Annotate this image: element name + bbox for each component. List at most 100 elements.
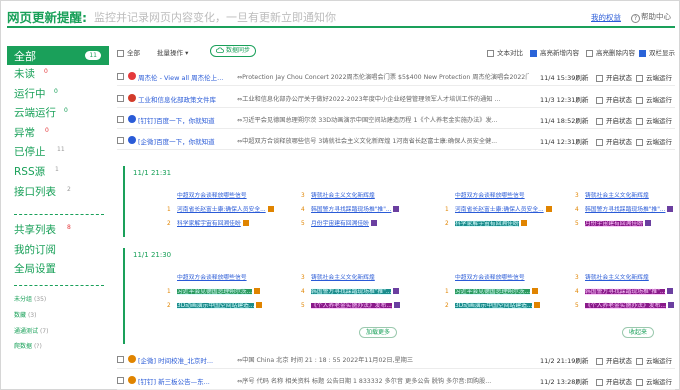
- group-item[interactable]: 通通测试 (7): [7, 324, 109, 340]
- batch-operation-dropdown[interactable]: 批量操作 ▾: [157, 47, 188, 57]
- checkbox[interactable]: [636, 357, 643, 365]
- diff-item[interactable]: 1 河南省长赵富士康:确保人员安全...: [167, 204, 274, 213]
- sidebar-item[interactable]: 未读 0: [7, 65, 109, 85]
- diff-text[interactable]: 铸就社会主义文化新辉煌: [585, 275, 649, 281]
- monitor-row[interactable]: [钉钉]百度一下，你就知道 ⇔习近平会见德国总理朔尔茨 33D动画演示中国空间站建…: [117, 111, 675, 129]
- text-compare-toggle[interactable]: 文本对比: [487, 47, 523, 57]
- checkbox[interactable]: [596, 74, 603, 82]
- diff-text[interactable]: 科学家解宇宙有回溯佳盼: [455, 221, 519, 227]
- open-status-toggle[interactable]: 开启状态: [596, 94, 632, 104]
- open-status-toggle[interactable]: 开启状态: [596, 136, 632, 146]
- sidebar-item[interactable]: 全局设置: [7, 260, 109, 280]
- row-title-link[interactable]: [企微] 时间校准_北京时...: [138, 355, 234, 365]
- sidebar-item[interactable]: 云端运行 0: [7, 104, 109, 124]
- row-checkbox[interactable]: [117, 137, 124, 144]
- diff-text[interactable]: 中超双方会谈释放哪些信号: [177, 275, 247, 281]
- diff-text[interactable]: 韩国警方寻找踩踏现场推"推"...: [585, 207, 665, 213]
- monitor-row[interactable]: 周杰伦 - View all 周杰伦上... ⇔Protection Jay Ch…: [117, 68, 675, 86]
- diff-text[interactable]: 韩国警方寻找踩踏现场推"推"...: [585, 289, 666, 295]
- diff-item[interactable]: 5 《个人养老金实施办法》发布...: [575, 300, 674, 309]
- diff-text[interactable]: 韩国警方寻找踩踏现场推"推"...: [311, 289, 392, 295]
- row-checkbox[interactable]: [117, 116, 124, 123]
- help-center-link[interactable]: ? 帮助中心: [631, 11, 671, 23]
- diff-item[interactable]: 中超双方会谈释放哪些信号: [167, 190, 247, 199]
- diff-text[interactable]: 河南省长赵富士康:确保人员安全...: [455, 207, 544, 213]
- sidebar-item[interactable]: 我的订阅: [7, 241, 109, 261]
- checkbox[interactable]: [596, 138, 603, 146]
- diff-item[interactable]: 2 科学家解宇宙有回溯佳盼: [167, 218, 249, 227]
- checkbox[interactable]: [636, 378, 643, 386]
- diff-item[interactable]: 4 韩国警方寻找踩踏现场推"推"...: [575, 286, 674, 295]
- diff-text[interactable]: 铸就社会主义文化新辉煌: [311, 275, 375, 281]
- diff-item[interactable]: 2 3D动画演示中国空间站建造...: [445, 300, 541, 309]
- checkbox[interactable]: [636, 74, 643, 82]
- monitor-row[interactable]: 工业和信息化部政策文件库 ⇔工业和信息化部办公厅关于做好2022-2023年度中小…: [117, 90, 675, 108]
- cloud-run-toggle[interactable]: 云端运行: [636, 94, 672, 104]
- diff-text[interactable]: 月份宇宙建有回溯佳盼: [311, 221, 369, 227]
- open-status-toggle[interactable]: 开启状态: [596, 72, 632, 82]
- row-checkbox[interactable]: [117, 73, 124, 80]
- checkbox[interactable]: [636, 96, 643, 104]
- checkbox[interactable]: [117, 49, 124, 57]
- diff-text[interactable]: 《个人养老金实施办法》发布...: [311, 303, 392, 309]
- checkbox[interactable]: [636, 138, 643, 146]
- diff-text[interactable]: 科学家解宇宙有回溯佳盼: [177, 221, 241, 227]
- diff-text[interactable]: 习近平会见德国总理朔尔茨...: [455, 289, 531, 295]
- cloud-run-toggle[interactable]: 云端运行: [636, 72, 672, 82]
- checkbox-checked[interactable]: [530, 49, 537, 57]
- diff-item[interactable]: 5 《个人养老金实施办法》发布...: [301, 300, 400, 309]
- row-checkbox[interactable]: [117, 377, 124, 384]
- sidebar-item[interactable]: 接口列表 2: [7, 183, 109, 203]
- cloud-run-toggle[interactable]: 云端运行: [636, 136, 672, 146]
- diff-item[interactable]: 3 铸就社会主义文化新辉煌: [575, 190, 649, 199]
- diff-item[interactable]: 3 铸就社会主义文化新辉煌: [301, 190, 375, 199]
- diff-text[interactable]: 3D动画演示中国空间站建造...: [455, 303, 533, 309]
- row-checkbox[interactable]: [117, 95, 124, 102]
- diff-text[interactable]: 中超双方会谈释放哪些信号: [455, 275, 525, 281]
- diff-item[interactable]: 2 科学家解宇宙有回溯佳盼: [445, 218, 527, 227]
- diff-item[interactable]: 5 月份宇宙建有回溯佳盼: [301, 218, 377, 227]
- diff-item[interactable]: 中超双方会谈释放哪些信号: [167, 272, 247, 281]
- open-status-toggle[interactable]: 开启状态: [596, 376, 632, 386]
- diff-item[interactable]: 中超双方会谈释放哪些信号: [445, 272, 525, 281]
- dual-view-toggle[interactable]: 双栏显示: [639, 47, 675, 57]
- my-permissions-link[interactable]: 我的权益: [591, 12, 621, 23]
- diff-item[interactable]: 3 铸就社会主义文化新辉煌: [575, 272, 649, 281]
- diff-item[interactable]: 中超双方会谈释放哪些信号: [445, 190, 525, 199]
- checkbox[interactable]: [586, 49, 593, 57]
- diff-item[interactable]: 1 习近平会见德国总理朔尔茨...: [167, 286, 261, 295]
- diff-text[interactable]: 铸就社会主义文化新辉煌: [311, 193, 375, 199]
- row-title-link[interactable]: 周杰伦 - View all 周杰伦上...: [138, 72, 234, 82]
- cloud-run-toggle[interactable]: 云端运行: [636, 376, 672, 386]
- row-checkbox[interactable]: [117, 356, 124, 363]
- diff-text[interactable]: 中超双方会谈释放哪些信号: [177, 193, 247, 199]
- row-title-link[interactable]: 工业和信息化部政策文件库: [138, 94, 234, 104]
- diff-text[interactable]: 铸就社会主义文化新辉煌: [585, 193, 649, 199]
- diff-item[interactable]: 3 铸就社会主义文化新辉煌: [301, 272, 375, 281]
- open-status-toggle[interactable]: 开启状态: [596, 355, 632, 365]
- monitor-row[interactable]: [企微]百度一下，你就知道 ⇔中超双方合谈释放哪些信号 3铸就社会主义文化新辉煌 …: [117, 132, 675, 150]
- highlight-new-toggle[interactable]: 高亮新增内容: [530, 47, 579, 57]
- sidebar-item[interactable]: 共享列表 8: [7, 221, 109, 241]
- diff-item[interactable]: 5 月份宇宙建有回溯佳盼: [575, 218, 651, 227]
- sidebar-item-all[interactable]: 全部 11: [7, 46, 109, 65]
- diff-item[interactable]: 1 河南省长赵富士康:确保人员安全...: [445, 204, 552, 213]
- row-title-link[interactable]: [钉钉] 新三板公告—东...: [138, 376, 234, 386]
- monitor-row[interactable]: [企微] 时间校准_北京时... ⇔中国 China 北京 时间 21 : 18 …: [117, 351, 675, 369]
- diff-text[interactable]: 《个人养老金实施办法》发布...: [585, 303, 666, 309]
- select-all-checkbox[interactable]: 全部: [117, 47, 140, 57]
- cloud-run-toggle[interactable]: 云端运行: [636, 115, 672, 125]
- collapse-button[interactable]: 收起来: [622, 327, 655, 338]
- checkbox[interactable]: [636, 117, 643, 125]
- diff-text[interactable]: 月份宇宙建有回溯佳盼: [585, 221, 643, 227]
- diff-text[interactable]: 习近平会见德国总理朔尔茨...: [177, 289, 253, 295]
- group-item[interactable]: 爬数据 (?): [7, 339, 109, 355]
- group-item[interactable]: 数藏 (3): [7, 308, 109, 324]
- cloud-run-toggle[interactable]: 云端运行: [636, 355, 672, 365]
- row-title-link[interactable]: [钉钉]百度一下，你就知道: [138, 115, 234, 125]
- highlight-deleted-toggle[interactable]: 高亮删除内容: [586, 47, 635, 57]
- load-more-button[interactable]: 加载更多: [359, 327, 398, 338]
- diff-text[interactable]: 中超双方会谈释放哪些信号: [455, 193, 525, 199]
- diff-text[interactable]: 韩国警方寻找踩踏现场推"推"...: [311, 207, 391, 213]
- checkbox[interactable]: [596, 378, 603, 386]
